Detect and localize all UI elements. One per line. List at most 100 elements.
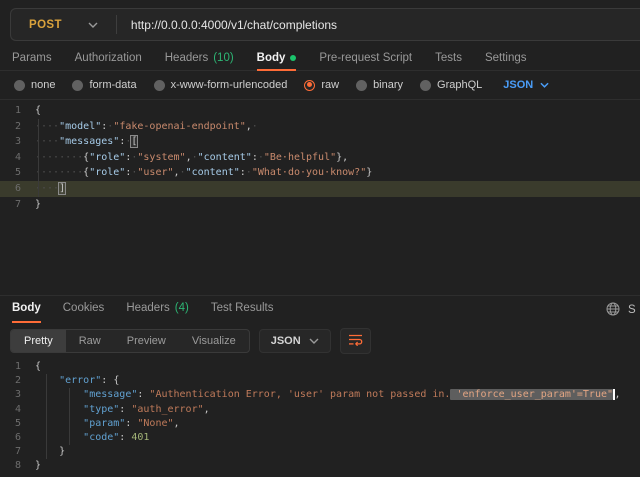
code-line[interactable]: 5 "param": "None", <box>0 417 640 431</box>
radio-icon <box>14 80 25 91</box>
code-token <box>35 404 83 415</box>
code-token <box>35 418 83 429</box>
code-line[interactable]: 4 "type": "auth_error", <box>0 403 640 417</box>
line-text: "code": 401 <box>30 431 149 445</box>
line-number: 5 <box>0 165 30 181</box>
radio-selected-icon <box>304 80 315 91</box>
code-line[interactable]: 7} <box>0 197 640 213</box>
method-selector[interactable]: POST <box>11 19 116 31</box>
tab-tests[interactable]: Tests <box>435 49 462 70</box>
code-line[interactable]: 5········{"role":·"user",·"content":·"Wh… <box>0 165 640 181</box>
response-language-dropdown[interactable]: JSON <box>259 329 331 353</box>
indent-guide <box>46 374 47 459</box>
code-line[interactable]: 3····"messages":·[ <box>0 134 640 150</box>
code-token: "Authentication Error, 'user' param not … <box>149 389 450 400</box>
code-token: "Be·helpful" <box>264 152 336 163</box>
body-type-none[interactable]: none <box>14 79 55 91</box>
line-text: ····"messages":·[ <box>30 134 137 150</box>
view-visualize[interactable]: Visualize <box>179 330 249 352</box>
code-line[interactable]: 1{ <box>0 103 640 119</box>
line-text: "error": { <box>30 374 119 388</box>
indent-guide <box>69 388 70 445</box>
tab-pre-request-script[interactable]: Pre-request Script <box>319 49 412 70</box>
code-token: "model" <box>59 121 101 132</box>
request-tabs: Params Authorization Headers(10) Body Pr… <box>0 48 640 71</box>
chevron-down-icon <box>309 338 319 344</box>
request-body-editor[interactable]: 1{2····"model":·"fake-openai-endpoint",·… <box>0 100 640 295</box>
globe-icon[interactable] <box>606 302 620 319</box>
code-token: } <box>35 460 41 471</box>
code-token: , <box>204 404 210 415</box>
line-number: 3 <box>0 388 30 402</box>
code-token <box>35 389 83 400</box>
line-number: 2 <box>0 119 30 135</box>
response-meta: S <box>606 296 640 324</box>
line-number: 3 <box>0 134 30 150</box>
line-text: ····] <box>30 181 65 197</box>
body-type-x-www-form-urlencoded[interactable]: x-www-form-urlencoded <box>154 79 288 91</box>
code-token: ] <box>58 182 66 195</box>
line-number: 4 <box>0 150 30 166</box>
code-token: "code" <box>83 432 119 443</box>
code-token: { <box>35 105 41 116</box>
line-text: } <box>30 459 41 473</box>
response-tabs: Body Cookies Headers(4) Test Results S <box>0 295 640 324</box>
response-tab-test-results[interactable]: Test Results <box>211 298 274 322</box>
line-text: ········{"role":·"system",·"content":·"B… <box>30 150 348 166</box>
response-tab-headers[interactable]: Headers(4) <box>126 298 189 322</box>
code-token: , <box>615 389 621 400</box>
code-token: } <box>366 167 372 178</box>
line-text: } <box>30 197 41 213</box>
request-language-dropdown[interactable]: JSON <box>503 79 549 91</box>
line-number: 6 <box>0 431 30 445</box>
code-token: ········ <box>35 167 83 178</box>
code-line[interactable]: 4········{"role":·"system",·"content":·"… <box>0 150 640 166</box>
response-tab-cookies[interactable]: Cookies <box>63 298 105 322</box>
body-type-binary[interactable]: binary <box>356 79 403 91</box>
line-number: 6 <box>0 181 30 197</box>
view-pretty[interactable]: Pretty <box>11 330 66 352</box>
response-body-editor[interactable]: 1{2 "error": {3 "message": "Authenticati… <box>0 357 640 477</box>
code-line[interactable]: 1{ <box>0 360 640 374</box>
code-token: { <box>113 375 119 386</box>
code-token: "messages" <box>59 136 119 147</box>
line-number: 7 <box>0 445 30 459</box>
response-view-switch: Pretty Raw Preview Visualize <box>10 329 250 353</box>
view-raw[interactable]: Raw <box>66 330 114 352</box>
line-number: 7 <box>0 197 30 213</box>
code-line[interactable]: 8} <box>0 459 640 473</box>
view-preview[interactable]: Preview <box>114 330 179 352</box>
active-tab-underline <box>12 321 41 323</box>
tab-body[interactable]: Body <box>257 49 297 70</box>
code-line[interactable]: 6 "code": 401 <box>0 431 640 445</box>
code-token: "user" <box>137 167 173 178</box>
tab-settings[interactable]: Settings <box>485 49 527 70</box>
line-text: "param": "None", <box>30 417 180 431</box>
code-line[interactable]: 3 "message": "Authentication Error, 'use… <box>0 388 640 402</box>
line-text: ····"model":·"fake-openai-endpoint",· <box>30 119 258 135</box>
tab-headers[interactable]: Headers(10) <box>165 49 234 70</box>
code-token: "system" <box>137 152 185 163</box>
code-line[interactable]: 2 "error": { <box>0 374 640 388</box>
tab-params[interactable]: Params <box>12 49 52 70</box>
body-content-dot-icon <box>290 55 296 61</box>
code-token: "type" <box>83 404 119 415</box>
body-type-form-data[interactable]: form-data <box>72 79 136 91</box>
code-token: "error" <box>59 375 101 386</box>
body-type-graphql[interactable]: GraphQL <box>420 79 482 91</box>
code-line[interactable]: 7 } <box>0 445 640 459</box>
status-label-clipped: S <box>628 304 636 316</box>
code-line[interactable]: 6····] <box>0 181 640 197</box>
text-wrap-button[interactable] <box>340 328 371 354</box>
url-input[interactable]: http://0.0.0.0:4000/v1/chat/completions <box>117 18 640 32</box>
code-token <box>35 432 83 443</box>
radio-icon <box>356 80 367 91</box>
code-line[interactable]: 2····"model":·"fake-openai-endpoint",· <box>0 119 640 135</box>
code-token: 401 <box>131 432 149 443</box>
code-token: "content" <box>186 167 240 178</box>
text-wrap-icon <box>348 333 363 349</box>
code-token: "param" <box>83 418 125 429</box>
tab-authorization[interactable]: Authorization <box>75 49 142 70</box>
body-type-raw[interactable]: raw <box>304 79 339 91</box>
response-tab-body[interactable]: Body <box>12 298 41 322</box>
